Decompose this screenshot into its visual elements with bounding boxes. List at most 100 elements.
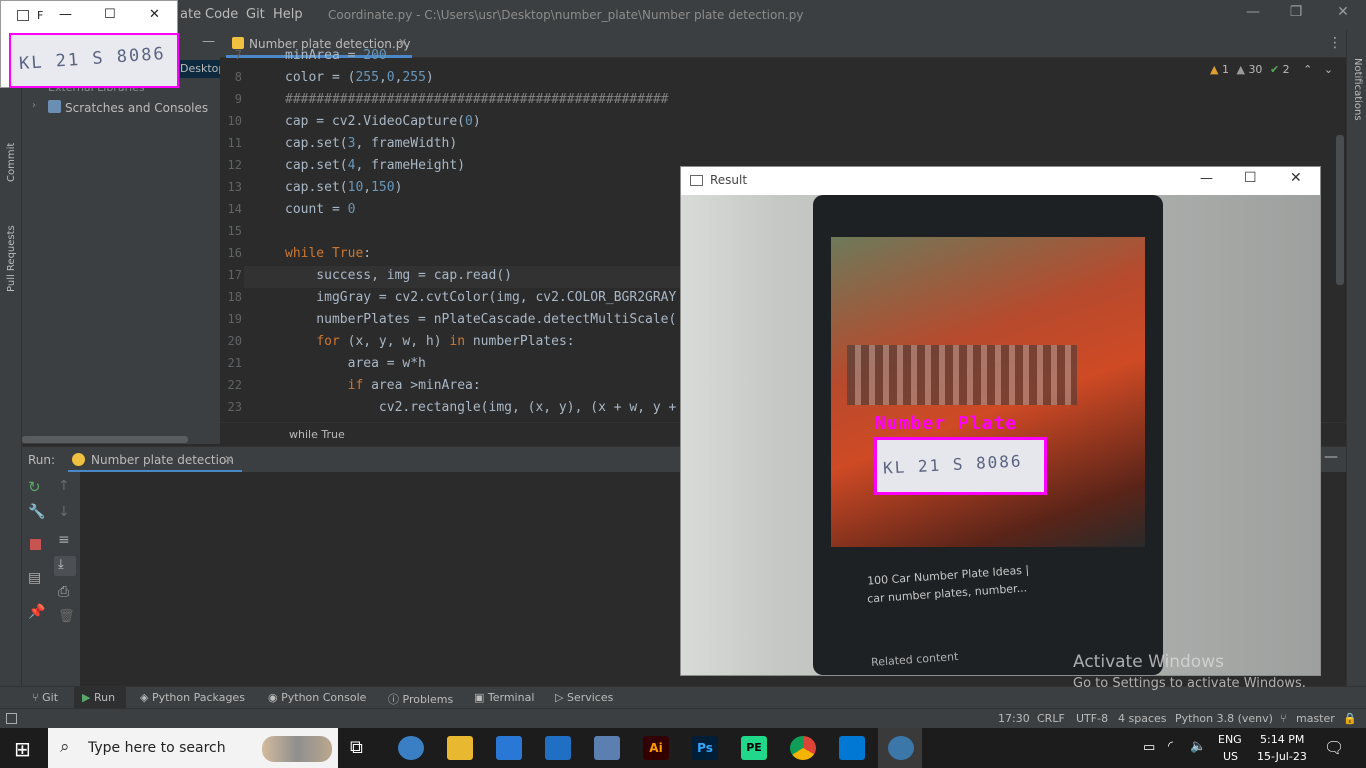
battery-icon[interactable]: ▭ bbox=[1143, 740, 1155, 755]
chevron-right-icon[interactable]: › bbox=[32, 100, 36, 111]
store-icon[interactable] bbox=[496, 736, 522, 760]
code-line[interactable]: area = w*h bbox=[285, 356, 426, 371]
language-indicator[interactable]: ENG bbox=[1218, 733, 1242, 746]
code-line[interactable]: minArea = 200 bbox=[285, 48, 387, 63]
code-line[interactable]: color = (255,0,255) bbox=[285, 70, 434, 85]
code-line[interactable]: numberPlates = nPlateCascade.detectMulti… bbox=[285, 312, 676, 327]
tool-terminal[interactable]: ▣ Terminal bbox=[474, 691, 534, 704]
clock-time[interactable]: 5:14 PM bbox=[1260, 733, 1304, 746]
illustrator-icon[interactable]: Ai bbox=[643, 736, 669, 760]
result-close-button[interactable]: ✕ bbox=[1290, 170, 1302, 186]
app-icon-2[interactable] bbox=[594, 736, 620, 760]
menu-git[interactable]: Git bbox=[246, 7, 265, 22]
car-grille bbox=[847, 345, 1077, 405]
code-line[interactable]: imgGray = cv2.cvtColor(img, cv2.COLOR_BG… bbox=[285, 290, 676, 305]
close-tab-icon[interactable]: ✕ bbox=[398, 36, 407, 49]
caret-position[interactable]: 17:30 bbox=[998, 712, 1030, 725]
code-line[interactable]: cap = cv2.VideoCapture(0) bbox=[285, 114, 481, 129]
stop-icon[interactable] bbox=[30, 539, 41, 550]
volume-icon[interactable]: 🔈 bbox=[1190, 739, 1206, 754]
line-number: 14 bbox=[227, 202, 242, 216]
more-options-icon[interactable]: ⋮ bbox=[1328, 35, 1342, 51]
project-scrollbar[interactable] bbox=[22, 436, 188, 443]
menu-navigate[interactable]: ate bbox=[180, 7, 201, 22]
trash-icon[interactable]: 🗑 bbox=[58, 609, 75, 624]
inspections-widget[interactable]: ▲ 1 ▲ 30 ✔ 2 ⌃ ⌄ bbox=[1210, 63, 1333, 79]
mini-maximize-button[interactable]: ☐ bbox=[104, 7, 116, 22]
wrench-icon[interactable]: 🔧 bbox=[28, 504, 45, 520]
menu-help[interactable]: Help bbox=[273, 7, 303, 22]
result-maximize-button[interactable]: ☐ bbox=[1244, 170, 1257, 186]
pycharm-icon[interactable]: PE bbox=[741, 736, 767, 760]
plate-crop-window[interactable]: F — ☐ ✕ KL 21 S 8086 bbox=[0, 0, 179, 88]
file-explorer-icon[interactable] bbox=[447, 736, 473, 760]
app-icon-1[interactable] bbox=[398, 736, 424, 760]
chevron-up-icon[interactable]: ⌃ bbox=[1303, 63, 1312, 76]
mail-icon[interactable] bbox=[545, 736, 571, 760]
tool-python-console[interactable]: ◉ Python Console bbox=[268, 691, 366, 704]
code-line[interactable]: count = 0 bbox=[285, 202, 355, 217]
python-interpreter[interactable]: Python 3.8 (venv) bbox=[1175, 712, 1273, 725]
python-app-icon[interactable] bbox=[888, 736, 914, 760]
notification-center-icon[interactable]: 🗨 bbox=[1324, 738, 1344, 757]
hide-panel-icon[interactable]: — bbox=[1324, 449, 1338, 465]
scroll-to-end-button[interactable]: ⤓ bbox=[54, 556, 76, 576]
wifi-icon[interactable]: ◜ bbox=[1168, 739, 1173, 754]
chrome-icon[interactable] bbox=[790, 736, 816, 760]
git-branch[interactable]: master bbox=[1296, 712, 1335, 725]
ide-close-button[interactable]: ✕ bbox=[1328, 4, 1358, 20]
up-arrow-icon[interactable]: ↑ bbox=[58, 478, 70, 494]
code-line[interactable]: success, img = cap.read() bbox=[285, 268, 512, 283]
tool-problems[interactable]: ⓘ Problems bbox=[388, 691, 453, 707]
rerun-icon[interactable]: ↻ bbox=[28, 478, 41, 496]
lock-icon[interactable]: 🔒 bbox=[1343, 712, 1357, 725]
breadcrumb[interactable]: while True bbox=[289, 428, 345, 441]
chevron-down-icon[interactable]: ⌄ bbox=[1324, 63, 1333, 76]
code-line[interactable]: cap.set(3, frameWidth) bbox=[285, 136, 457, 151]
tool-python-packages[interactable]: ◈ Python Packages bbox=[140, 691, 245, 704]
down-arrow-icon[interactable]: ↓ bbox=[58, 504, 70, 520]
soft-wrap-icon[interactable]: ≡ bbox=[58, 532, 70, 548]
indent-setting[interactable]: 4 spaces bbox=[1118, 712, 1167, 725]
code-line[interactable]: cap.set(10,150) bbox=[285, 180, 402, 195]
notifications-tool-button[interactable]: Notifications bbox=[1352, 58, 1363, 121]
task-view-icon[interactable]: ⧉ bbox=[350, 737, 363, 758]
code-line[interactable]: cv2.rectangle(img, (x, y), (x + w, y + bbox=[285, 400, 676, 415]
tool-services[interactable]: ▷ Services bbox=[555, 691, 613, 704]
pull-requests-tool-button[interactable]: Pull Requests bbox=[6, 225, 17, 292]
toggle-panels-icon[interactable] bbox=[6, 713, 17, 724]
windows-start-icon[interactable]: ⊞ bbox=[14, 737, 31, 761]
tool-git[interactable]: ⑂ Git bbox=[32, 691, 58, 704]
scratches-and-consoles-item[interactable]: Scratches and Consoles bbox=[65, 101, 208, 115]
menu-code[interactable]: Code bbox=[205, 7, 238, 22]
clock-date: 15-Jul-23 bbox=[1257, 750, 1307, 763]
layout-icon[interactable]: ▤ bbox=[28, 570, 41, 586]
search-highlight-image bbox=[262, 736, 332, 762]
warning-count: 1 bbox=[1221, 63, 1229, 76]
photoshop-icon[interactable]: Ps bbox=[692, 736, 718, 760]
line-number: 8 bbox=[234, 70, 242, 84]
code-line[interactable]: while True: bbox=[285, 246, 371, 261]
close-run-tab-icon[interactable]: ✕ bbox=[224, 453, 233, 466]
code-line[interactable]: cap.set(4, frameHeight) bbox=[285, 158, 465, 173]
ide-minimize-button[interactable]: — bbox=[1238, 4, 1268, 20]
collapse-icon[interactable]: — bbox=[202, 34, 215, 49]
code-line[interactable]: ########################################… bbox=[285, 92, 669, 107]
code-line[interactable]: if area >minArea: bbox=[285, 378, 481, 393]
detection-box: KL 21 S 8086 bbox=[874, 437, 1047, 495]
pin-icon[interactable]: 📌 bbox=[28, 604, 45, 620]
result-minimize-button[interactable]: — bbox=[1200, 171, 1213, 186]
run-tab[interactable]: Number plate detection ✕ bbox=[68, 447, 242, 473]
print-icon[interactable]: ⎙ bbox=[58, 584, 69, 600]
tool-run[interactable]: ▶ Run bbox=[82, 691, 115, 704]
mini-close-button[interactable]: ✕ bbox=[149, 7, 160, 22]
mini-minimize-button[interactable]: — bbox=[59, 7, 72, 22]
file-encoding[interactable]: UTF-8 bbox=[1076, 712, 1108, 725]
line-separator[interactable]: CRLF bbox=[1037, 712, 1065, 725]
taskbar-search-box[interactable]: ⌕ Type here to search bbox=[48, 728, 338, 768]
ide-restore-button[interactable]: ❐ bbox=[1281, 4, 1311, 20]
editor-scrollbar[interactable] bbox=[1336, 135, 1344, 285]
vscode-icon[interactable] bbox=[839, 736, 865, 760]
code-line[interactable]: for (x, y, w, h) in numberPlates: bbox=[285, 334, 574, 349]
commit-tool-button[interactable]: Commit bbox=[6, 143, 17, 182]
